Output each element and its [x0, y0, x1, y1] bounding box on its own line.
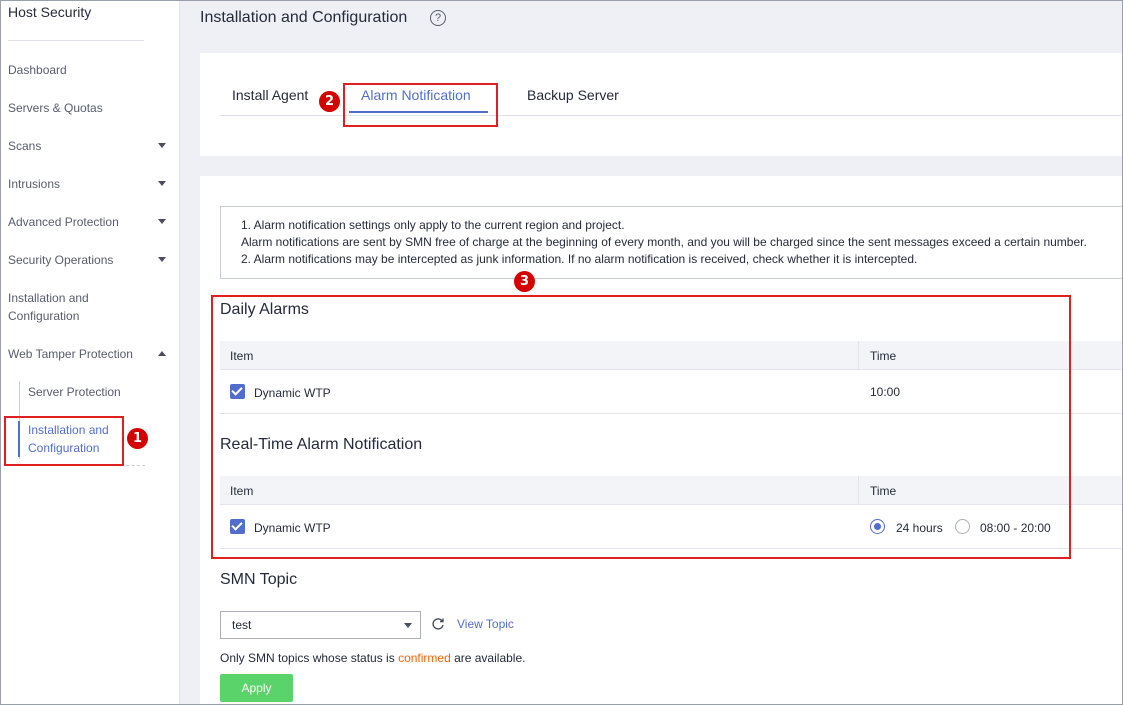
- sidebar-item-label: Security Operations: [8, 253, 114, 267]
- smn-hint: Only SMN topics whose status is confirme…: [220, 651, 525, 665]
- sidebar-item-security-operations[interactable]: Security Operations: [8, 251, 174, 269]
- sidebar-item-advanced-protection[interactable]: Advanced Protection: [8, 213, 174, 231]
- annotation-badge-3: 3: [514, 271, 535, 292]
- notice-line: 1. Alarm notification settings only appl…: [241, 218, 625, 232]
- select-value: test: [232, 618, 252, 632]
- tab-install-agent[interactable]: Install Agent: [232, 87, 308, 103]
- notice-line: Alarm notifications are sent by SMN free…: [241, 235, 1087, 249]
- sidebar-item-label: Dashboard: [8, 63, 67, 77]
- sidebar-divider: [8, 40, 144, 41]
- sidebar-title: Host Security: [8, 4, 92, 20]
- sidebar-item-label: Servers & Quotas: [8, 101, 103, 115]
- refresh-icon[interactable]: [431, 617, 445, 631]
- notice-box: 1. Alarm notification settings only appl…: [220, 206, 1122, 279]
- chevron-down-icon: [404, 623, 412, 628]
- apply-button[interactable]: Apply: [220, 674, 293, 702]
- caret-down-icon: [158, 181, 166, 186]
- sidebar-item-servers-quotas[interactable]: Servers & Quotas: [8, 99, 174, 117]
- caret-down-icon: [158, 143, 166, 148]
- annotation-box-1: [4, 416, 124, 466]
- smn-topic-title: SMN Topic: [220, 571, 298, 588]
- submenu-divider: [121, 465, 145, 466]
- help-icon[interactable]: ?: [430, 10, 446, 26]
- sidebar-item-label: Intrusions: [8, 177, 61, 191]
- page-title: Installation and Configuration: [200, 9, 408, 26]
- sidebar-item-label: Advanced Protection: [8, 215, 119, 229]
- sidebar-subitem-label: Server Protection: [28, 385, 121, 399]
- notice-line: 2. Alarm notifications may be intercepte…: [241, 252, 918, 266]
- annotation-box-2: [343, 83, 498, 127]
- hint-text: Only SMN topics whose status is: [220, 651, 399, 665]
- sidebar: Host Security Dashboard Servers & Quotas…: [1, 1, 180, 704]
- sidebar-subitem-server-protection[interactable]: Server Protection: [28, 383, 121, 401]
- caret-down-icon: [158, 219, 166, 224]
- main-card: 1. Alarm notification settings only appl…: [200, 176, 1122, 704]
- view-topic-link[interactable]: View Topic: [457, 617, 514, 631]
- sidebar-item-label: Installation and Configuration: [8, 291, 89, 323]
- hint-text: are available.: [450, 651, 526, 665]
- smn-topic-select[interactable]: test: [220, 611, 421, 639]
- sidebar-item-label: Web Tamper Protection: [8, 347, 133, 361]
- annotation-badge-1: 1: [127, 428, 148, 449]
- caret-down-icon: [158, 257, 166, 262]
- app-frame: Host Security Dashboard Servers & Quotas…: [0, 0, 1123, 705]
- hint-status: confirmed: [398, 651, 451, 665]
- sidebar-item-installation-configuration[interactable]: Installation and Configuration: [8, 289, 118, 325]
- sidebar-item-scans[interactable]: Scans: [8, 137, 174, 155]
- annotation-box-3: [211, 295, 1071, 559]
- caret-up-icon: [158, 351, 166, 356]
- sidebar-item-intrusions[interactable]: Intrusions: [8, 175, 174, 193]
- sidebar-item-dashboard[interactable]: Dashboard: [8, 61, 174, 79]
- sidebar-item-label: Scans: [8, 139, 42, 153]
- sidebar-item-web-tamper-protection[interactable]: Web Tamper Protection: [8, 345, 174, 363]
- annotation-badge-2: 2: [319, 91, 340, 112]
- tab-backup-server[interactable]: Backup Server: [527, 87, 619, 103]
